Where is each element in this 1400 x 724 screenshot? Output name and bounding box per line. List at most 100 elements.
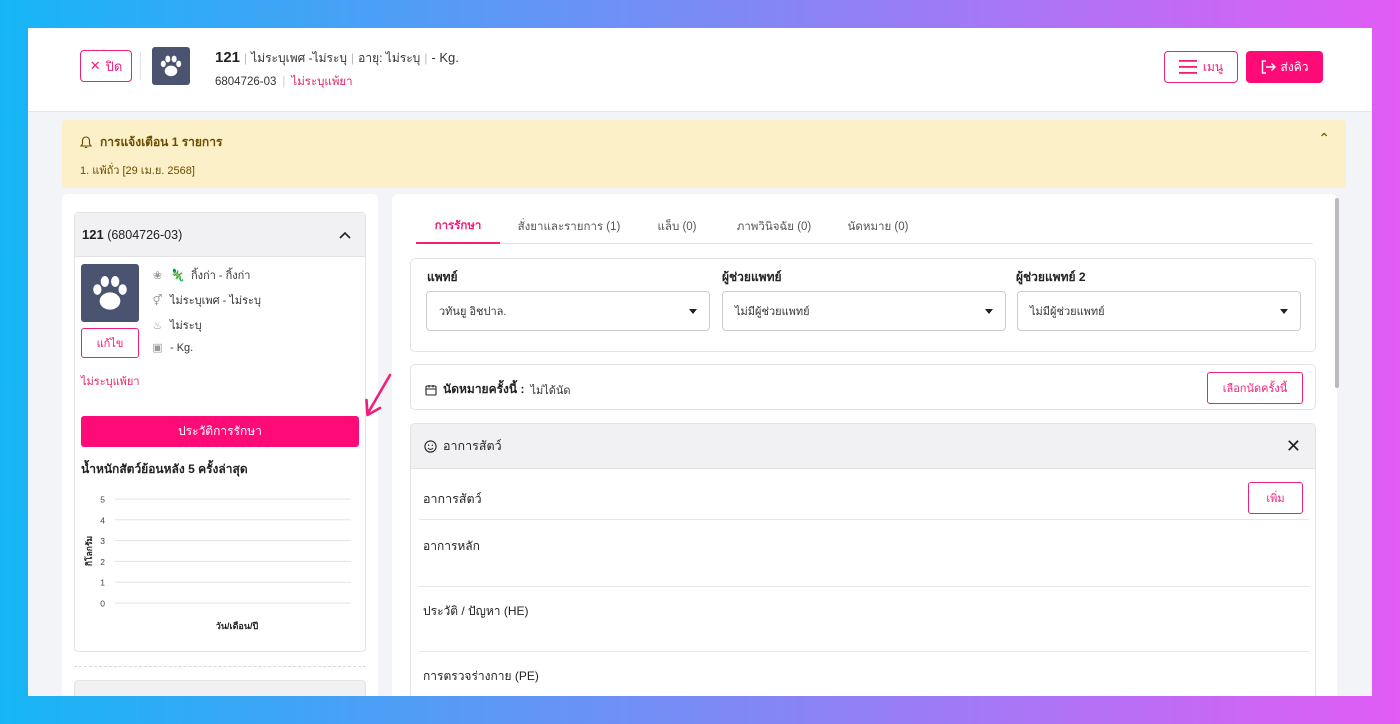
pet-card: 121 (6804726-03) แก้ไข ❀ 🦎 กิ้งก่า - กิ้… bbox=[74, 212, 366, 652]
divider bbox=[74, 666, 366, 667]
y-axis-label: กิโลกรัม bbox=[84, 536, 94, 566]
calendar-icon bbox=[425, 384, 437, 396]
appointment-card: นัดหมายครั้งนี้ : ไม่ได้นัด เลือกนัดครั้… bbox=[410, 364, 1316, 410]
annotation-arrow bbox=[365, 373, 392, 417]
y-tick-label: 1 bbox=[100, 578, 105, 588]
gender-icon: ⚥ bbox=[152, 294, 163, 307]
divider bbox=[140, 52, 141, 80]
gender-value: ไม่ระบุเพศ - ไม่ระบุ bbox=[170, 295, 261, 307]
y-tick-label: 5 bbox=[100, 495, 105, 505]
species-row: ❀ 🦎 กิ้งก่า - กิ้งก่า bbox=[151, 266, 251, 284]
gender-row: ⚥ ไม่ระบุเพศ - ไม่ระบุ bbox=[151, 291, 261, 309]
appointment-value: ไม่ได้นัด bbox=[530, 384, 571, 397]
top-bar: ✕ ปิด 121 | ไม่ระบุเพศ -ไม่ระบุ | อายุ: ไม่ร… bbox=[28, 28, 1372, 112]
pet-allergy: ไม่ระบุแพ้ยา bbox=[291, 76, 353, 88]
pet-card-name: 121 bbox=[82, 227, 104, 242]
send-queue-button[interactable]: ส่งคิว bbox=[1246, 51, 1323, 83]
pet-name: 121 bbox=[215, 49, 241, 66]
y-tick-label: 0 bbox=[100, 599, 105, 609]
birthday-row: ♨ ไม่ระบุ bbox=[151, 316, 202, 334]
history-problem-label: ประวัติ / ปัญหา (HE) bbox=[423, 604, 529, 618]
symptoms-subheader: อาการสัตว์ bbox=[423, 492, 482, 506]
weight-chart-title: น้ำหนักสัตว์ย้อนหลัง 5 ครั้งล่าสุด bbox=[81, 462, 248, 476]
secondary-card-header[interactable] bbox=[74, 680, 366, 696]
birthday-value: ไม่ระบุ bbox=[170, 320, 202, 332]
appointment-row: นัดหมายครั้งนี้ : ไม่ได้นัด bbox=[425, 380, 571, 399]
close-label: ปิด bbox=[105, 58, 123, 74]
symptoms-header-title: อาการสัตว์ bbox=[443, 439, 502, 453]
tab-treatment[interactable]: การรักษา bbox=[416, 210, 500, 244]
vet-select-value: วทันยู อิชปาล. bbox=[439, 306, 507, 318]
species-value: กิ้งก่า - กิ้งก่า bbox=[190, 270, 251, 282]
physical-exam-label: การตรวจร่างกาย (PE) bbox=[423, 669, 539, 683]
menu-label: เมนู bbox=[1202, 59, 1224, 74]
y-tick-label: 4 bbox=[100, 515, 105, 525]
caret-down-icon bbox=[1280, 309, 1288, 314]
send-label: ส่งคิว bbox=[1280, 59, 1309, 74]
y-tick-label: 2 bbox=[100, 557, 105, 567]
paw-outline-icon: ❀ bbox=[152, 269, 163, 282]
close-icon: ✕ bbox=[89, 58, 101, 73]
notification-title: การแจ้งเตือน 1 รายการ bbox=[80, 133, 222, 152]
cake-icon: ♨ bbox=[152, 319, 163, 332]
lizard-icon: 🦎 bbox=[170, 268, 185, 282]
pet-summary: 121 | ไม่ระบุเพศ -ไม่ระบุ | อายุ: ไม่ระบุ | - … bbox=[215, 49, 459, 66]
treatment-panel: การรักษา สั่งยาและรายการ (1) แล็บ (0) ภา… bbox=[392, 194, 1337, 696]
menu-button[interactable]: เมนู bbox=[1164, 51, 1238, 83]
pet-avatar-large bbox=[81, 264, 139, 322]
vet-label: แพทย์ bbox=[427, 270, 458, 284]
assistant-select[interactable]: ไม่มีผู้ช่วยแพทย์ bbox=[722, 291, 1006, 331]
scrollbar[interactable] bbox=[1335, 198, 1339, 388]
notification-banner: การแจ้งเตือน 1 รายการ 1. แพ้ถั่ว [29 เม.… bbox=[62, 120, 1346, 188]
divider bbox=[419, 586, 1309, 587]
select-appointment-button[interactable]: เลือกนัดครั้งนี้ bbox=[1207, 372, 1303, 404]
allergy-text: ไม่ระบุแพ้ยา bbox=[81, 376, 140, 388]
divider bbox=[419, 651, 1309, 652]
assistant2-select-value: ไม่มีผู้ช่วยแพทย์ bbox=[1030, 306, 1105, 318]
main-symptom-label: อาการหลัก bbox=[423, 539, 480, 553]
weight-row: ▣ - Kg. bbox=[151, 341, 194, 355]
x-axis-label: วัน/เดือน/ปี bbox=[216, 620, 259, 631]
weight-value: - Kg. bbox=[170, 341, 194, 354]
edit-pet-button[interactable]: แก้ไข bbox=[81, 328, 139, 358]
pet-meta: 6804726-03 | ไม่ระบุแพ้ยา bbox=[215, 76, 353, 88]
vet-select[interactable]: วทันยู อิชปาล. bbox=[426, 291, 710, 331]
assistant-select-value: ไม่มีผู้ช่วยแพทย์ bbox=[735, 306, 810, 318]
add-symptom-button[interactable]: เพิ่ม bbox=[1248, 482, 1303, 514]
chevron-up-icon[interactable] bbox=[339, 231, 351, 239]
pet-sidebar: 121 (6804726-03) แก้ไข ❀ 🦎 กิ้งก่า - กิ้… bbox=[62, 194, 378, 696]
pet-gender: ไม่ระบุเพศ -ไม่ระบุ bbox=[251, 51, 348, 65]
tab-orders[interactable]: สั่งยาและรายการ (1) bbox=[508, 210, 630, 244]
close-icon[interactable]: ✕ bbox=[1286, 436, 1301, 457]
treatment-history-button[interactable]: ประวัติการรักษา bbox=[81, 416, 359, 447]
smile-icon bbox=[424, 439, 437, 453]
chevron-up-icon[interactable]: ⌃ bbox=[1318, 130, 1330, 147]
assistant2-label: ผู้ช่วยแพทย์ 2 bbox=[1016, 270, 1086, 284]
caret-down-icon bbox=[689, 309, 697, 314]
bell-icon bbox=[80, 136, 92, 149]
caret-down-icon bbox=[985, 309, 993, 314]
pet-code: 6804726-03 bbox=[215, 76, 277, 88]
app-window: ✕ ปิด 121 | ไม่ระบุเพศ -ไม่ระบุ | อายุ: ไม่ร… bbox=[28, 28, 1372, 696]
divider bbox=[419, 519, 1309, 520]
close-button[interactable]: ✕ ปิด bbox=[80, 50, 132, 82]
scale-icon: ▣ bbox=[152, 342, 163, 354]
tab-imaging[interactable]: ภาพวินิจฉัย (0) bbox=[726, 210, 822, 244]
pet-avatar bbox=[152, 47, 190, 85]
paw-icon bbox=[160, 55, 182, 77]
hamburger-icon bbox=[1178, 60, 1197, 74]
tab-bar: การรักษา สั่งยาและรายการ (1) แล็บ (0) ภา… bbox=[416, 210, 1313, 244]
y-tick-label: 3 bbox=[100, 536, 105, 546]
pet-weight: - Kg. bbox=[431, 50, 459, 65]
tab-appointments[interactable]: นัดหมาย (0) bbox=[834, 210, 922, 244]
notification-title-text: การแจ้งเตือน 1 รายการ bbox=[100, 135, 223, 149]
assistant2-select[interactable]: ไม่มีผู้ช่วยแพทย์ bbox=[1017, 291, 1301, 331]
pet-card-code: (6804726-03) bbox=[107, 228, 183, 242]
tab-lab[interactable]: แล็บ (0) bbox=[642, 210, 712, 244]
symptoms-card: อาการสัตว์ ✕ อาการสัตว์ เพิ่ม อาการหลัก … bbox=[410, 423, 1316, 696]
appointment-label: นัดหมายครั้งนี้ : bbox=[443, 382, 525, 396]
doctors-card: แพทย์ วทันยู อิชปาล. ผู้ช่วยแพทย์ ไม่มีผ… bbox=[410, 258, 1316, 352]
sign-out-icon bbox=[1261, 60, 1276, 74]
paw-icon bbox=[93, 275, 127, 310]
pet-card-header[interactable]: 121 (6804726-03) bbox=[75, 213, 365, 257]
